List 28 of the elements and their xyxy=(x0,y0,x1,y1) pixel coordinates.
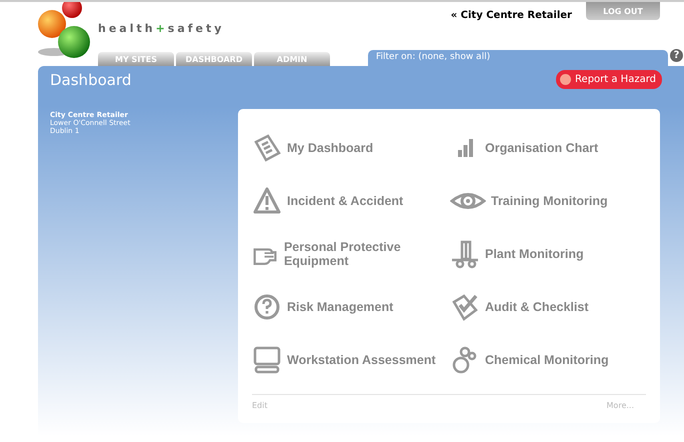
brand-name: health+safety xyxy=(98,22,226,35)
menu-link[interactable]: Chemical Monitoring xyxy=(485,352,609,366)
help-circle-icon xyxy=(252,292,282,322)
menu-link[interactable]: Plant Monitoring xyxy=(485,246,584,260)
nav-tab[interactable]: DASHBOARD xyxy=(176,52,252,66)
page-title: Dashboard xyxy=(50,70,132,88)
nav-tab[interactable]: ADMIN xyxy=(254,52,330,66)
checklist-icon xyxy=(450,292,480,322)
logout-button[interactable]: LOG OUT xyxy=(586,2,660,20)
menu-link[interactable]: Training Monitoring xyxy=(491,194,608,208)
menu-link[interactable]: Audit & Checklist xyxy=(485,300,588,314)
menu-link[interactable]: Personal Protective Equipment xyxy=(284,240,450,268)
hand-truck-icon xyxy=(450,238,480,268)
nav-tab[interactable]: MY SITES xyxy=(98,52,174,66)
menu-link[interactable]: Incident & Accident xyxy=(287,194,404,208)
warning-icon xyxy=(252,186,282,216)
report-hazard-button[interactable]: Report a Hazard xyxy=(556,70,662,89)
menu-link[interactable]: My Dashboard xyxy=(287,140,374,154)
filter-bar[interactable]: Filter on: (none, show all) xyxy=(368,50,668,66)
menu-link[interactable]: Workstation Assessment xyxy=(287,352,436,366)
clipboard-icon xyxy=(252,132,282,162)
edit-link[interactable]: Edit xyxy=(252,401,268,410)
more-link[interactable]: More... xyxy=(606,401,634,410)
menu-link[interactable]: Organisation Chart xyxy=(485,140,598,154)
help-icon[interactable]: ? xyxy=(670,49,683,62)
monitor-icon xyxy=(252,344,282,374)
menu-link[interactable]: Risk Management xyxy=(287,300,394,314)
site-link[interactable]: « City Centre Retailer xyxy=(450,10,572,21)
